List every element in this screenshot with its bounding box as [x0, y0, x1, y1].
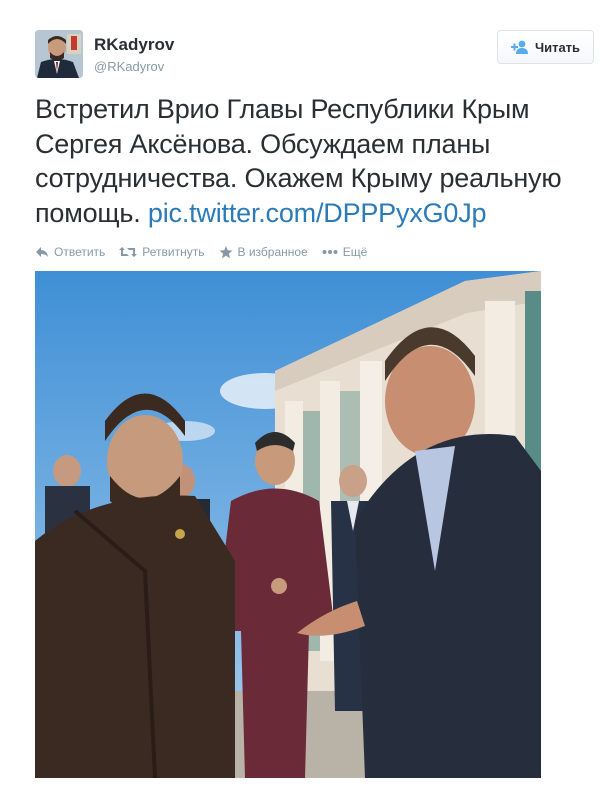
reply-action[interactable]: Ответить [35, 245, 105, 259]
tweet-text: Встретил Врио Главы Республики Крым Серг… [35, 92, 595, 230]
follow-button-label: Читать [534, 39, 581, 55]
user-display-name[interactable]: RKadyrov [94, 35, 174, 55]
user-handle[interactable]: @RKadyrov [94, 59, 164, 74]
more-label: Ещё [342, 245, 368, 259]
reply-icon [35, 246, 49, 258]
tweet-card: RKadyrov @RKadyrov Читать Встретил Врио … [0, 0, 604, 797]
star-icon [219, 245, 233, 259]
add-user-icon [510, 40, 529, 54]
favorite-label: В избранное [237, 245, 308, 259]
more-dots-icon [322, 249, 338, 255]
tweet-actions: Ответить Ретвитнуть В избранное Ещё [35, 243, 367, 261]
tweet-photo-link[interactable]: pic.twitter.com/DPPPyxG0Jp [148, 198, 487, 228]
attached-photo[interactable] [35, 271, 541, 778]
follow-button[interactable]: Читать [497, 30, 594, 64]
reply-label: Ответить [54, 245, 106, 259]
user-avatar[interactable] [35, 30, 83, 78]
favorite-action[interactable]: В избранное [219, 245, 308, 259]
retweet-action[interactable]: Ретвитнуть [119, 245, 205, 259]
retweet-icon [119, 246, 138, 258]
retweet-label: Ретвитнуть [142, 245, 205, 259]
more-action[interactable]: Ещё [322, 245, 368, 259]
